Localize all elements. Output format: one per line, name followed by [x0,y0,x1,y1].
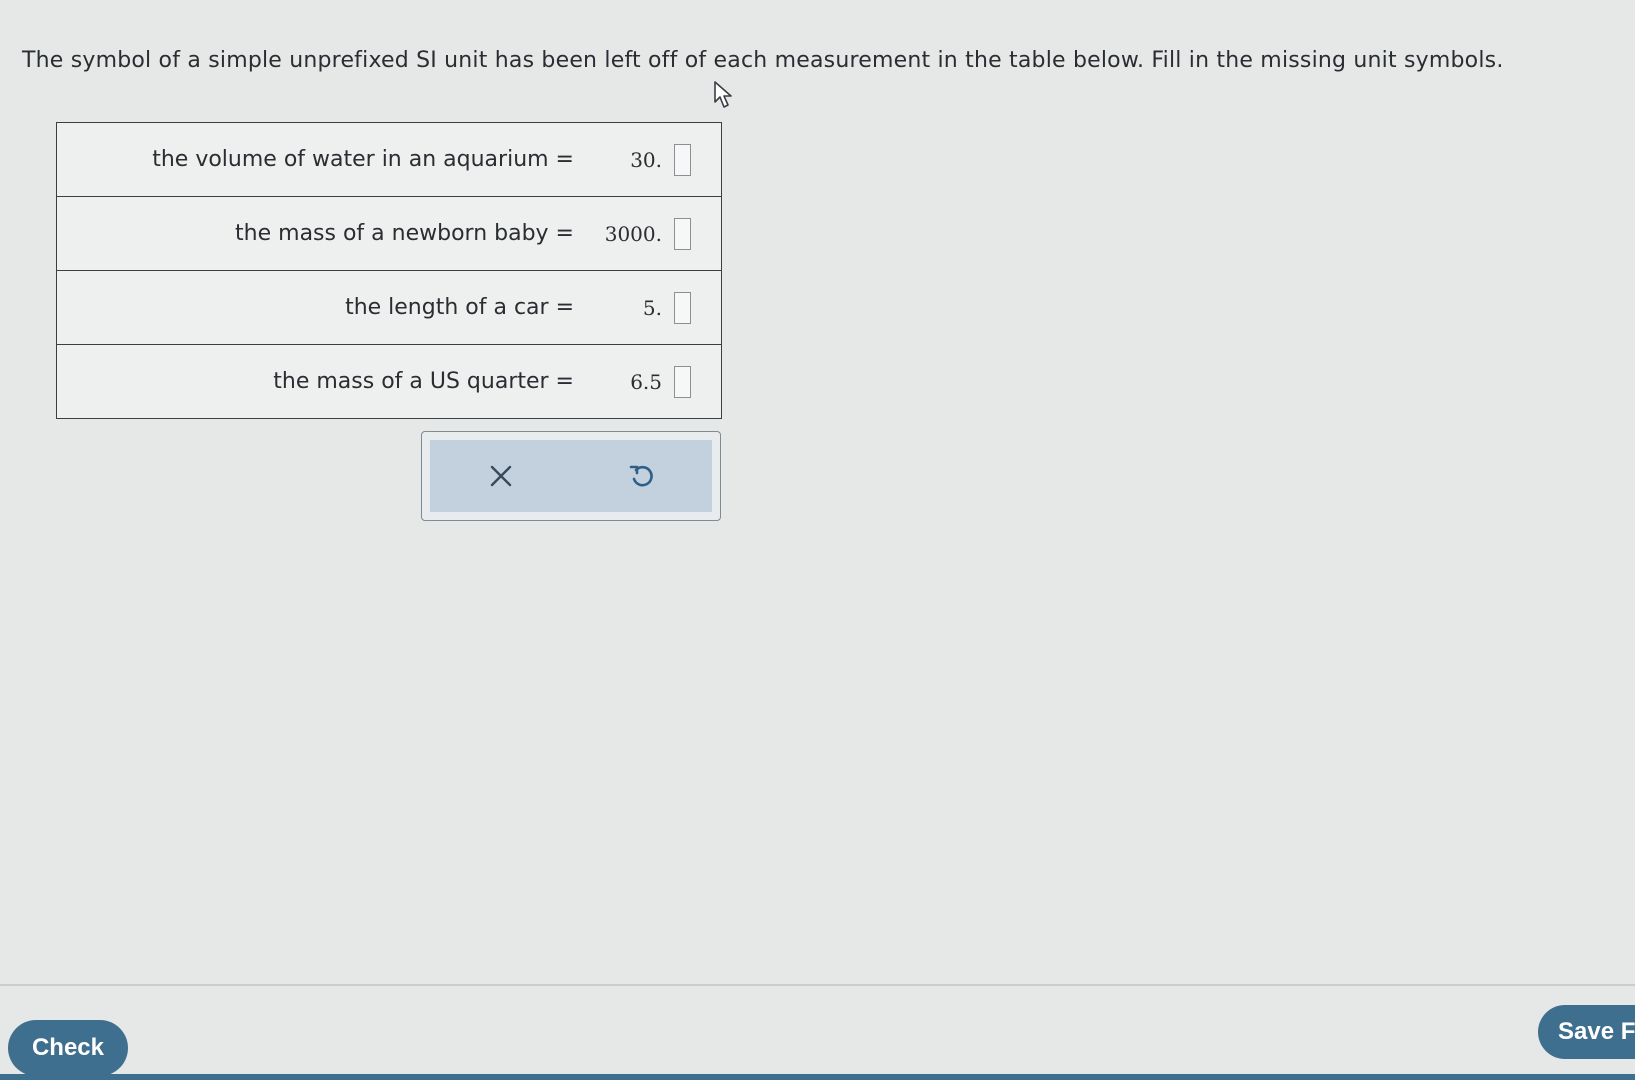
measurement-label: the length of a car = [345,295,574,320]
measurement-table: the volume of water in an aquarium = 30.… [56,122,722,419]
unit-input[interactable] [674,143,691,176]
footer-divider [0,984,1635,986]
toolbar-buttons [430,440,712,512]
measurement-value: 30. [630,147,662,172]
unit-input[interactable] [674,365,691,398]
measurement-value: 5. [642,295,662,320]
mouse-cursor-icon [714,81,732,108]
measurement-label: the mass of a US quarter = [273,369,574,394]
measurement-label: the volume of water in an aquarium = [152,147,574,172]
answer-toolbar [421,431,721,521]
clear-button[interactable] [430,440,571,512]
undo-icon [629,465,653,487]
table-row: the volume of water in an aquarium = 30. [57,123,721,197]
table-row: the mass of a newborn baby = 3000. [57,197,721,271]
measurement-label: the mass of a newborn baby = [235,221,574,246]
measurement-value: 3000. [604,221,662,246]
check-button[interactable]: Check [8,1020,128,1076]
save-button[interactable]: Save F [1538,1005,1635,1059]
unit-input[interactable] [674,217,691,250]
unit-input[interactable] [674,291,691,324]
measurement-value: 6.5 [630,369,662,394]
undo-button[interactable] [571,440,712,512]
table-row: the length of a car = 5. [57,271,721,345]
x-icon [490,465,511,487]
question-prompt: The symbol of a simple unprefixed SI uni… [22,48,1504,73]
bottom-bar [0,1074,1635,1080]
table-row: the mass of a US quarter = 6.5 [57,345,721,419]
